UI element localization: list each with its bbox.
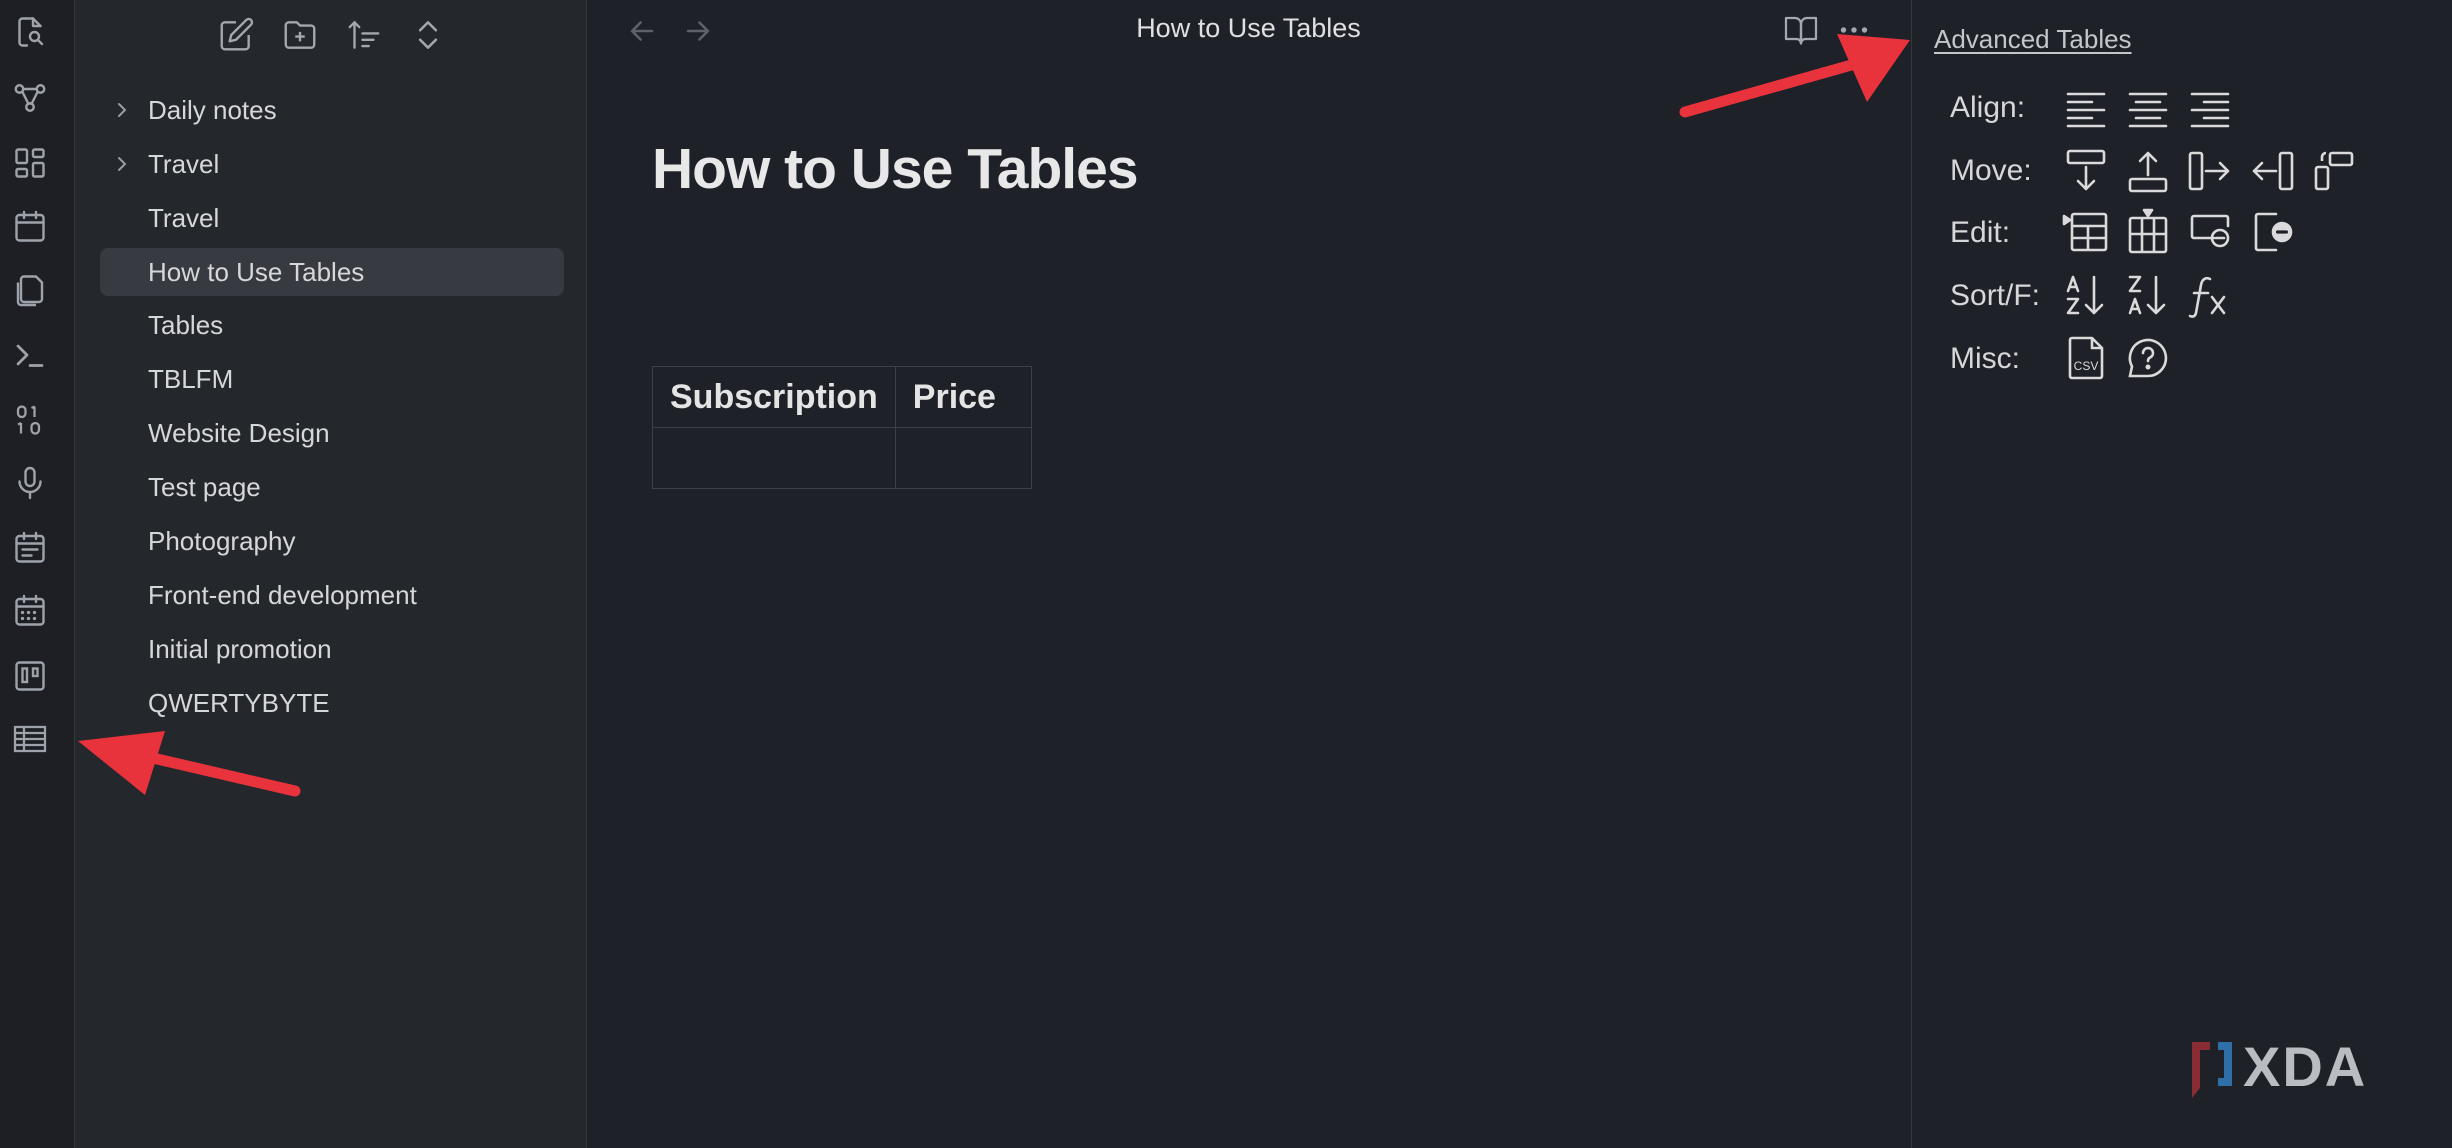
audio-recorder-icon[interactable] <box>12 465 48 501</box>
table-cell[interactable] <box>894 427 1032 489</box>
new-folder-icon[interactable] <box>281 16 319 54</box>
file-label: TBLFM <box>148 364 234 394</box>
insert-row-icon[interactable] <box>2062 208 2110 256</box>
file-label: Test page <box>148 472 261 502</box>
random-note-icon[interactable] <box>12 402 48 438</box>
file-travel[interactable]: Travel <box>100 194 564 242</box>
graph-view-icon[interactable] <box>12 80 48 116</box>
kanban-icon[interactable] <box>12 658 48 694</box>
new-note-icon[interactable] <box>217 16 255 54</box>
calendar-icon[interactable] <box>12 530 48 566</box>
pane-title: Advanced Tables <box>1934 24 2132 54</box>
insert-column-icon[interactable] <box>2124 208 2172 256</box>
folder-travel[interactable]: Travel <box>100 140 564 188</box>
file-test-page[interactable]: Test page <box>100 463 564 511</box>
move-row-down-icon[interactable] <box>2062 147 2110 195</box>
chevron-right-icon <box>112 100 132 120</box>
svg-text:CSV: CSV <box>2074 359 2099 373</box>
file-label: Travel <box>148 203 220 233</box>
editor-pane: How to Use Tables How to Use Tables Subs… <box>587 0 1910 1148</box>
quick-switcher-icon[interactable] <box>12 14 48 50</box>
file-label: Tables <box>148 310 224 340</box>
chevron-right-icon <box>112 154 132 174</box>
edit-label: Edit: <box>1950 216 2011 249</box>
align-left-icon[interactable] <box>2062 84 2110 132</box>
collapse-icon[interactable] <box>409 16 447 54</box>
delete-row-icon[interactable] <box>2186 208 2234 256</box>
align-label: Align: <box>1950 91 2026 124</box>
calendar-grid-icon[interactable] <box>12 593 48 629</box>
note-title: How to Use Tables <box>652 137 1139 201</box>
file-explorer: Daily notes Travel Travel How to Use Tab… <box>75 0 587 1148</box>
sort-ascending-icon[interactable] <box>2062 271 2110 319</box>
file-qwertybyte[interactable]: QWERTYBYTE <box>100 679 564 727</box>
file-label: Initial promotion <box>148 634 332 664</box>
formula-icon[interactable] <box>2186 271 2234 319</box>
annotation-arrow-bottom <box>78 731 301 797</box>
sort-formula-label: Sort/F: <box>1950 279 2041 312</box>
left-ribbon <box>0 0 75 1148</box>
file-label: QWERTYBYTE <box>148 688 330 718</box>
command-palette-icon[interactable] <box>12 337 48 373</box>
file-photography[interactable]: Photography <box>100 517 564 565</box>
file-tables[interactable]: Tables <box>100 301 564 349</box>
sort-icon[interactable] <box>345 16 383 54</box>
advanced-tables-icon[interactable] <box>12 721 48 757</box>
help-icon[interactable] <box>2124 334 2172 382</box>
daily-note-icon[interactable] <box>12 209 48 245</box>
misc-label: Misc: <box>1950 342 2020 375</box>
file-label: Travel <box>148 149 220 179</box>
file-label: Website Design <box>148 418 330 448</box>
table-header-cell[interactable]: Price <box>894 366 1032 428</box>
file-tblfm[interactable]: TBLFM <box>100 355 564 403</box>
table-header-row: Subscription Price <box>652 366 1032 428</box>
file-label: Photography <box>148 526 296 556</box>
templates-icon[interactable] <box>12 272 48 308</box>
export-csv-icon[interactable]: CSV <box>2062 334 2110 382</box>
advanced-tables-pane: Advanced Tables Align: Move: Edit: Sort/… <box>1911 0 2452 1148</box>
file-label: Front-end development <box>148 580 417 610</box>
file-label: How to Use Tables <box>148 257 365 287</box>
table-header-cell[interactable]: Subscription <box>652 366 896 428</box>
file-website-design[interactable]: Website Design <box>100 409 564 457</box>
move-column-left-icon[interactable] <box>2248 147 2296 195</box>
delete-column-icon[interactable] <box>2248 208 2296 256</box>
annotation-arrow-top <box>1679 34 1910 118</box>
markdown-table: Subscription Price <box>652 366 1032 489</box>
file-front-end-development[interactable]: Front-end development <box>100 571 564 619</box>
transpose-icon[interactable] <box>2310 147 2358 195</box>
xda-watermark: XDA <box>2188 1038 2424 1108</box>
table-row <box>652 427 1032 489</box>
file-how-to-use-tables[interactable]: How to Use Tables <box>100 248 564 296</box>
watermark-text: XDA <box>2243 1038 2367 1098</box>
sort-descending-icon[interactable] <box>2124 271 2172 319</box>
file-label: Daily notes <box>148 95 277 125</box>
align-right-icon[interactable] <box>2186 84 2234 132</box>
align-center-icon[interactable] <box>2124 84 2172 132</box>
file-initial-promotion[interactable]: Initial promotion <box>100 625 564 673</box>
move-column-right-icon[interactable] <box>2186 147 2234 195</box>
move-row-up-icon[interactable] <box>2124 147 2172 195</box>
canvas-icon[interactable] <box>12 145 48 181</box>
table-cell[interactable] <box>652 427 896 489</box>
move-label: Move: <box>1950 154 2032 187</box>
folder-daily-notes[interactable]: Daily notes <box>100 86 564 134</box>
